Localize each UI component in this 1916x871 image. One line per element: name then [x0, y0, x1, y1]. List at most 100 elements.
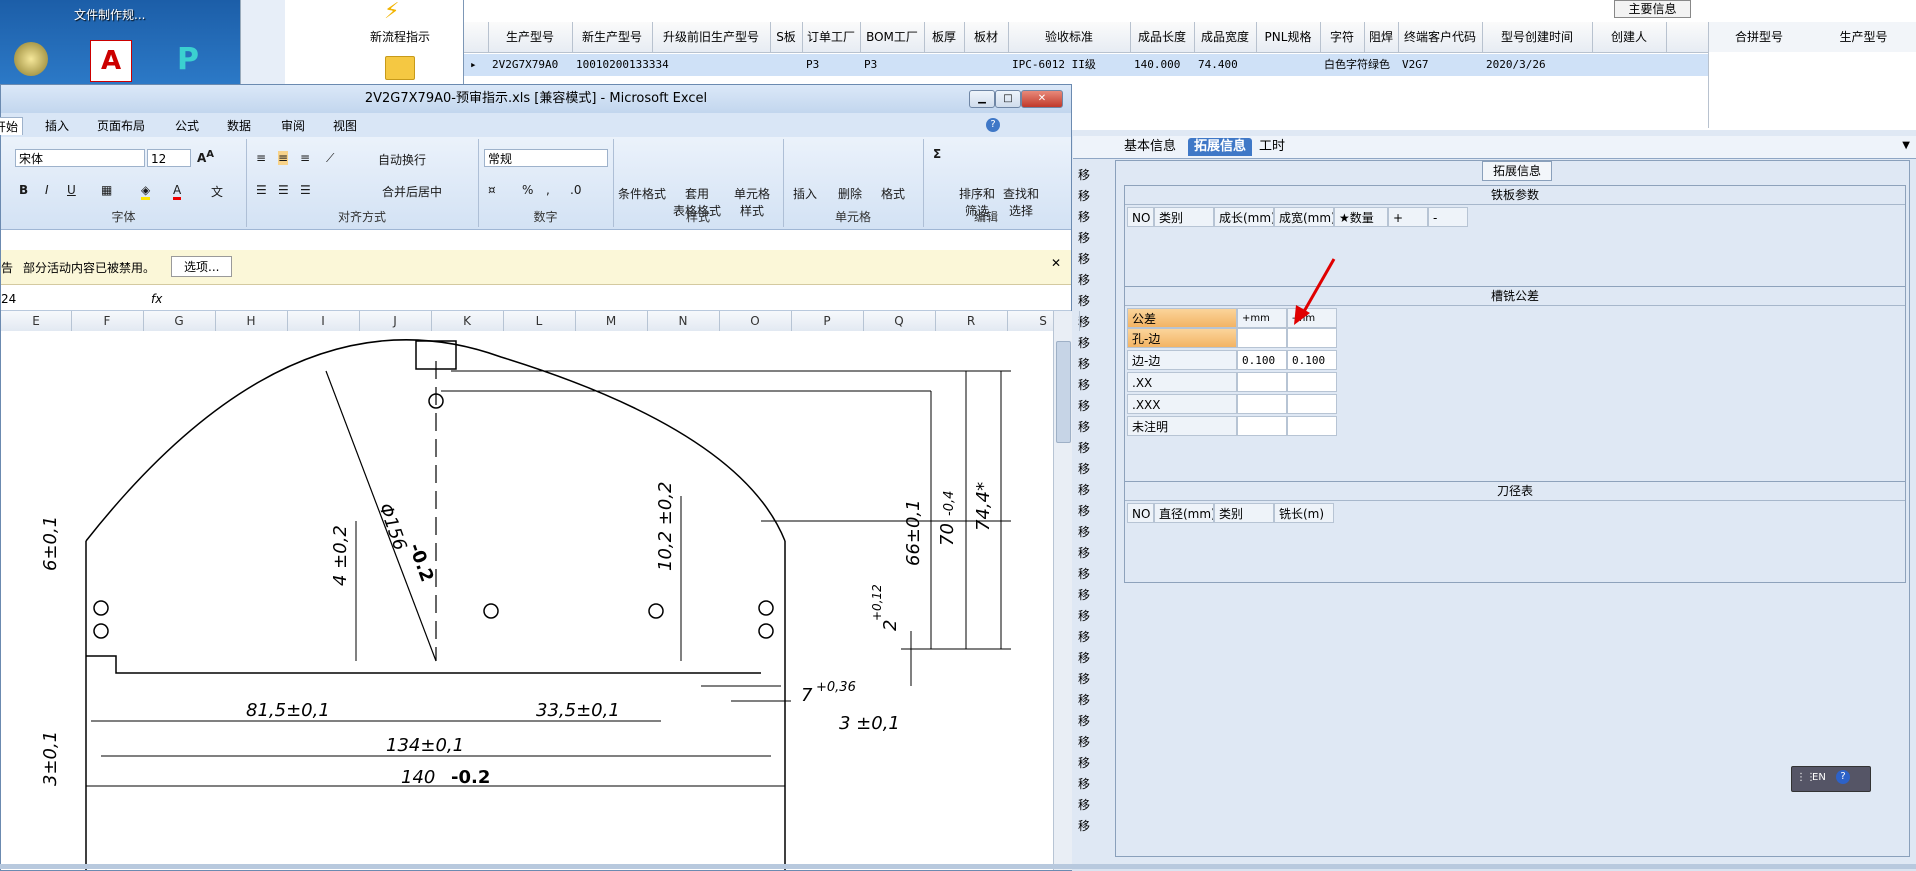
orientation-icon[interactable]: ⟋ [326, 151, 334, 166]
tab-insert[interactable]: 插入 [45, 117, 69, 134]
table-cell[interactable]: 74.400 [1198, 54, 1256, 76]
tab-home[interactable]: 开始 [0, 117, 24, 135]
conditional-format-button[interactable]: 条件格式 [617, 185, 667, 202]
table-cell[interactable]: V2G7 [1402, 54, 1482, 76]
column-header[interactable]: 公差 [1127, 308, 1237, 328]
table-cell[interactable] [774, 54, 802, 76]
tab-formulas[interactable]: 公式 [175, 117, 199, 134]
delete-cells-button[interactable]: 删除 [838, 185, 862, 202]
font-size-select[interactable]: 12 [147, 149, 191, 167]
column-header[interactable]: L [503, 311, 576, 331]
side-strip-item[interactable]: 移 [1078, 712, 1090, 729]
italic-button[interactable]: I [45, 183, 49, 197]
lightning-icon[interactable]: ⚡ [384, 0, 410, 24]
column-header[interactable]: 直径(mm) [1154, 503, 1214, 523]
table-cell[interactable]: IPC-6012 II级 [1012, 54, 1130, 76]
align-left-icon[interactable]: ☰ [256, 183, 267, 197]
tolerance-plus-input[interactable]: 0.100 [1237, 350, 1287, 370]
side-strip-item[interactable]: 移 [1078, 439, 1090, 456]
column-header[interactable]: 铣长(m) [1274, 503, 1334, 523]
font-name-select[interactable]: 宋体 [15, 149, 145, 167]
side-strip-item[interactable]: 移 [1078, 733, 1090, 750]
column-header[interactable]: 字符 [1320, 22, 1365, 52]
tolerance-minus-input[interactable] [1287, 394, 1337, 414]
column-header[interactable]: M [575, 311, 648, 331]
side-col-header[interactable]: 生产型号 [1809, 22, 1916, 52]
paypal-app-icon[interactable]: P [168, 40, 208, 80]
align-bottom-icon[interactable]: ≡ [300, 151, 310, 165]
side-strip-item[interactable]: 移 [1078, 376, 1090, 393]
tolerance-minus-input[interactable] [1287, 372, 1337, 392]
tolerance-row-label[interactable]: 未注明 [1127, 416, 1237, 436]
percent-icon[interactable]: % [522, 183, 533, 197]
side-strip-item[interactable]: 移 [1078, 334, 1090, 351]
side-strip-item[interactable]: 移 [1078, 544, 1090, 561]
column-header[interactable]: NO [1127, 503, 1154, 523]
column-header[interactable]: NO [1127, 207, 1154, 227]
side-strip-item[interactable]: 移 [1078, 460, 1090, 477]
column-header[interactable]: Q [863, 311, 936, 331]
wrap-text-button[interactable]: 自动换行 [378, 151, 426, 168]
side-strip-item[interactable]: 移 [1078, 187, 1090, 204]
table-cell[interactable]: 140.000 [1134, 54, 1194, 76]
scroll-thumb[interactable] [1056, 341, 1071, 443]
grow-font-button[interactable]: AA [197, 149, 214, 165]
folder-icon[interactable] [385, 56, 415, 80]
tab-extended-info[interactable]: 拓展信息 [1188, 138, 1253, 156]
column-header[interactable]: K [431, 311, 504, 331]
tolerance-minus-input[interactable]: 0.100 [1287, 350, 1337, 370]
tolerance-plus-input[interactable] [1237, 394, 1287, 414]
border-icon[interactable]: ▦ [101, 183, 112, 197]
align-middle-icon[interactable]: ≡ [278, 151, 289, 165]
table-cell[interactable]: P3 [806, 54, 860, 76]
help-icon[interactable]: ? [986, 118, 1000, 132]
column-header[interactable]: 新生产型号 [572, 22, 653, 52]
column-header[interactable]: 类别 [1214, 503, 1274, 523]
bold-button[interactable]: B [19, 183, 28, 197]
pdf-app-icon[interactable]: A [90, 40, 132, 82]
column-header[interactable]: 成品长度 [1130, 22, 1195, 52]
phonetic-icon[interactable]: 文 [211, 183, 223, 200]
tab-view[interactable]: 视图 [333, 117, 357, 134]
column-header[interactable]: I [287, 311, 360, 331]
column-header[interactable]: S板 [770, 22, 803, 52]
table-cell[interactable] [1596, 54, 1666, 76]
close-icon[interactable]: ✕ [1051, 256, 1061, 270]
tolerance-minus-input[interactable] [1287, 416, 1337, 436]
tolerance-row-label[interactable]: .XX [1127, 372, 1237, 392]
align-center-icon[interactable]: ☰ [278, 183, 289, 197]
side-strip-item[interactable]: 移 [1078, 418, 1090, 435]
column-header[interactable]: F [71, 311, 144, 331]
side-strip-item[interactable]: 移 [1078, 166, 1090, 183]
side-strip-item[interactable]: 移 [1078, 754, 1090, 771]
column-header[interactable]: +mm [1237, 308, 1287, 328]
side-strip-item[interactable]: 移 [1078, 250, 1090, 267]
underline-button[interactable]: U [67, 183, 76, 197]
table-cell[interactable]: 2020/3/26 [1486, 54, 1592, 76]
side-strip-item[interactable]: 移 [1078, 628, 1090, 645]
tab-page-layout[interactable]: 页面布局 [97, 117, 145, 134]
help-icon[interactable]: ? [1836, 770, 1850, 784]
side-strip-item[interactable]: 移 [1078, 292, 1090, 309]
insert-cells-button[interactable]: 插入 [793, 185, 817, 202]
column-header[interactable]: 验收标准 [1008, 22, 1131, 52]
column-header[interactable]: 类别 [1154, 207, 1214, 227]
font-color-icon[interactable]: A [173, 183, 182, 200]
close-button[interactable]: ✕ [1021, 90, 1063, 108]
table-cell[interactable]: 10010200133334 [576, 54, 669, 76]
side-strip-item[interactable]: 移 [1078, 523, 1090, 540]
side-strip-item[interactable]: 移 [1078, 355, 1090, 372]
decimal-icon[interactable]: .0 [570, 183, 581, 197]
table-cell[interactable]: 2V2G7X79A0 [492, 54, 572, 76]
column-header[interactable]: P [791, 311, 864, 331]
merge-center-button[interactable]: 合并后居中 [382, 183, 442, 200]
side-strip-item[interactable]: 移 [1078, 208, 1090, 225]
number-format-select[interactable]: 常规 [484, 149, 608, 167]
maximize-button[interactable]: □ [995, 90, 1021, 108]
side-strip-item[interactable]: 移 [1078, 229, 1090, 246]
column-header[interactable]: 升级前旧生产型号 [652, 22, 771, 52]
tolerance-row-label[interactable]: 孔-边 [1127, 328, 1237, 348]
column-header[interactable]: 订单工厂 [802, 22, 861, 52]
column-header[interactable]: PNL规格 [1256, 22, 1321, 52]
column-header[interactable]: 阻焊 [1364, 22, 1399, 52]
